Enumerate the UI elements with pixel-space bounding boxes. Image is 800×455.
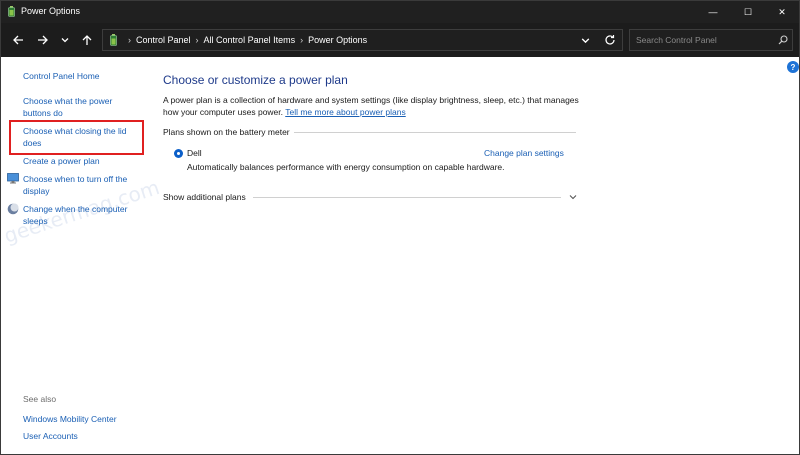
change-plan-settings-link[interactable]: Change plan settings xyxy=(484,148,564,158)
page-title: Choose or customize a power plan xyxy=(163,73,348,87)
maximize-button[interactable]: ☐ xyxy=(731,1,765,23)
create-power-plan-link[interactable]: Create a power plan xyxy=(23,155,100,167)
chevron-right-icon: › xyxy=(128,35,131,45)
refresh-icon[interactable] xyxy=(604,34,616,46)
additional-divider xyxy=(253,197,561,198)
maximize-icon: ☐ xyxy=(743,6,753,17)
computer-sleeps-link[interactable]: Change when the computer sleeps xyxy=(23,203,138,227)
search-box[interactable]: Search Control Panel xyxy=(629,29,793,51)
title-bar: Power Options — ☐ ✕ xyxy=(1,1,799,23)
highlight-box xyxy=(9,120,144,155)
power-options-window: Power Options — ☐ ✕ › Control Panel › Al… xyxy=(0,0,800,455)
battery-icon xyxy=(8,6,15,17)
group-label: Plans shown on the battery meter xyxy=(163,127,294,137)
breadcrumb-control-panel[interactable]: Control Panel xyxy=(136,35,191,45)
minimize-button[interactable]: — xyxy=(696,1,730,23)
close-icon: ✕ xyxy=(778,6,786,17)
show-additional-plans[interactable]: Show additional plans xyxy=(163,192,246,202)
plan-name[interactable]: Dell xyxy=(187,148,202,158)
power-buttons-link[interactable]: Choose what the power buttons do xyxy=(23,95,133,119)
forward-button[interactable] xyxy=(34,31,52,49)
chevron-right-icon: › xyxy=(195,35,199,45)
arrow-right-icon xyxy=(38,35,48,45)
up-button[interactable] xyxy=(78,31,96,49)
chevron-down-icon xyxy=(61,38,69,43)
battery-icon xyxy=(110,34,117,46)
minimize-icon: — xyxy=(708,7,718,17)
user-accounts-link[interactable]: User Accounts xyxy=(23,430,78,442)
breadcrumb: › Control Panel › All Control Panel Items › P… xyxy=(123,35,367,45)
window-title: Power Options xyxy=(21,6,81,16)
back-button[interactable] xyxy=(9,31,27,49)
main-content: Choose or customize a power plan A power… xyxy=(151,57,781,454)
arrow-up-icon xyxy=(82,35,92,45)
mobility-center-link[interactable]: Windows Mobility Center xyxy=(23,413,117,425)
help-button[interactable]: ? xyxy=(787,61,799,73)
sleep-moon-icon xyxy=(7,203,19,215)
monitor-icon xyxy=(7,173,19,184)
chevron-down-icon[interactable] xyxy=(568,192,578,202)
plan-radio-selected[interactable] xyxy=(174,149,183,158)
turn-off-display-link[interactable]: Choose when to turn off the display xyxy=(23,173,138,197)
search-input[interactable]: Search Control Panel xyxy=(636,35,717,45)
chevron-right-icon: › xyxy=(300,35,304,45)
task-pane: geekermag.com Control Panel Home Choose … xyxy=(1,57,162,454)
address-bar[interactable]: › Control Panel › All Control Panel Items › P… xyxy=(102,29,623,51)
navigation-bar: › Control Panel › All Control Panel Items › P… xyxy=(1,23,799,57)
page-description: A power plan is a collection of hardware… xyxy=(163,94,593,118)
plan-description: Automatically balances performance with … xyxy=(187,162,505,172)
chevron-down-icon[interactable] xyxy=(580,35,591,46)
search-icon xyxy=(778,35,788,45)
close-button[interactable]: ✕ xyxy=(765,1,799,23)
control-panel-home-link[interactable]: Control Panel Home xyxy=(23,70,100,82)
help-area: ? xyxy=(783,57,799,454)
breadcrumb-all-items[interactable]: All Control Panel Items xyxy=(204,35,296,45)
breadcrumb-power-options[interactable]: Power Options xyxy=(308,35,367,45)
recent-locations-button[interactable] xyxy=(56,31,74,49)
learn-more-link[interactable]: Tell me more about power plans xyxy=(285,107,405,117)
see-also-label: See also xyxy=(23,394,57,404)
arrow-left-icon xyxy=(13,35,23,45)
